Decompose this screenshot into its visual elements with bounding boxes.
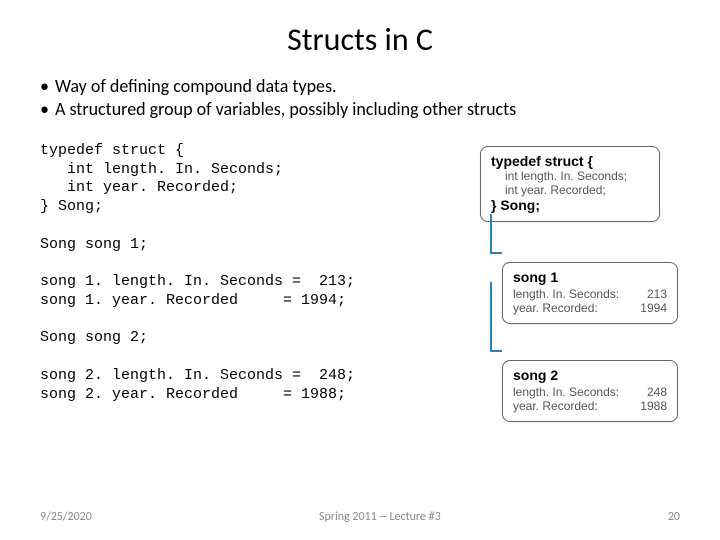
struct-footer: } Song;: [491, 197, 649, 213]
slide-title: Structs in C: [40, 20, 680, 59]
instance-name: song 1: [513, 269, 667, 285]
field-value: 248: [647, 385, 667, 399]
struct-field: int year. Recorded;: [505, 183, 649, 197]
song1-instance-box: song 1 length. In. Seconds: 213 year. Re…: [502, 262, 678, 324]
connector: [462, 222, 680, 262]
bullet-text: Way of defining compound data types.: [55, 75, 337, 98]
struct-field: int length. In. Seconds;: [505, 169, 649, 183]
instance-field: year. Recorded: 1988: [513, 399, 667, 413]
bullet-list: • Way of defining compound data types. •…: [40, 75, 680, 122]
code-block: typedef struct { int length. In. Seconds…: [40, 142, 450, 422]
struct-header: typedef struct {: [491, 153, 649, 169]
field-key: year. Recorded:: [513, 399, 598, 413]
field-value: 1988: [640, 399, 667, 413]
bullet-dot-icon: •: [40, 98, 49, 121]
slide-footer: 9/25/2020 Spring 2011 -- Lecture #3 20: [40, 510, 680, 524]
instance-field: year. Recorded: 1994: [513, 301, 667, 315]
connector-line-icon: [490, 350, 502, 352]
field-key: year. Recorded:: [513, 301, 598, 315]
instance-field: length. In. Seconds: 213: [513, 287, 667, 301]
bullet-dot-icon: •: [40, 75, 49, 98]
footer-lecture: Spring 2011 -- Lecture #3: [319, 510, 441, 524]
struct-diagram: typedef struct { int length. In. Seconds…: [462, 146, 680, 422]
field-key: length. In. Seconds:: [513, 385, 619, 399]
connector-line-icon: [490, 252, 502, 254]
field-value: 213: [647, 287, 667, 301]
field-value: 1994: [640, 301, 667, 315]
connector: [462, 324, 680, 360]
struct-definition-box: typedef struct { int length. In. Seconds…: [480, 146, 660, 222]
field-key: length. In. Seconds:: [513, 287, 619, 301]
footer-date: 9/25/2020: [40, 510, 92, 524]
content-row: typedef struct { int length. In. Seconds…: [40, 142, 680, 422]
footer-page-number: 20: [668, 510, 680, 524]
bullet-text: A structured group of variables, possibl…: [55, 98, 516, 121]
instance-name: song 2: [513, 367, 667, 383]
bullet-item: • A structured group of variables, possi…: [40, 98, 680, 121]
bullet-item: • Way of defining compound data types.: [40, 75, 680, 98]
connector-line-icon: [490, 282, 492, 352]
song2-instance-box: song 2 length. In. Seconds: 248 year. Re…: [502, 360, 678, 422]
instance-field: length. In. Seconds: 248: [513, 385, 667, 399]
connector-line-icon: [490, 214, 492, 254]
